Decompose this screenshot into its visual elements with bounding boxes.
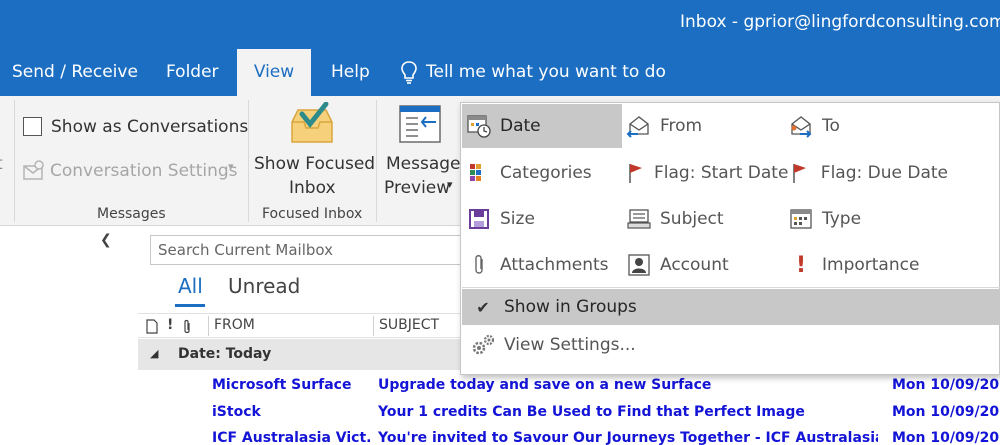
view-settings-item[interactable]: View Settings... bbox=[462, 327, 1000, 363]
message-from: Microsoft Surface bbox=[212, 377, 352, 393]
table-row[interactable]: iStock Your 1 credits Can Be Used to Fin… bbox=[138, 400, 1000, 426]
arrange-item-to[interactable]: To bbox=[788, 104, 948, 148]
message-date: Mon 10/09/20 bbox=[892, 404, 1000, 420]
arrange-item-account[interactable]: Account bbox=[626, 243, 786, 287]
column-subject[interactable]: SUBJECT bbox=[379, 317, 439, 333]
filter-unread[interactable]: Unread bbox=[228, 274, 300, 298]
tab-view[interactable]: View bbox=[237, 49, 311, 96]
arrange-item-label: Attachments bbox=[500, 255, 609, 275]
ribbon-tab-row: Send / Receive Folder View Help Tell me … bbox=[0, 48, 1000, 96]
exclamation-icon: ! bbox=[795, 252, 807, 278]
arrange-by-menu: Date From To Categories Flag: Start Date… bbox=[460, 102, 1000, 375]
arrange-item-categories[interactable]: Categories bbox=[466, 151, 622, 195]
flag-icon bbox=[793, 164, 807, 183]
arrange-item-size[interactable]: Size bbox=[466, 197, 622, 241]
message-preview-line1[interactable]: Message bbox=[386, 154, 461, 174]
arrange-item-label: Account bbox=[660, 255, 729, 275]
show-focused-inbox-line2[interactable]: Inbox bbox=[289, 178, 336, 198]
show-in-groups-label: Show in Groups bbox=[504, 297, 637, 317]
subject-icon bbox=[627, 209, 651, 229]
group-label-messages: Messages bbox=[97, 206, 166, 222]
cut-off-fragment: t bbox=[0, 154, 3, 174]
paperclip-icon[interactable] bbox=[182, 319, 192, 335]
focused-inbox-icon[interactable] bbox=[288, 102, 336, 146]
message-preview-line2[interactable]: Preview bbox=[384, 178, 450, 198]
envelope-to-icon bbox=[791, 116, 812, 138]
arrange-item-label: Categories bbox=[500, 163, 592, 183]
show-focused-inbox-line1[interactable]: Show Focused bbox=[254, 154, 375, 174]
arrange-item-from[interactable]: From bbox=[626, 104, 786, 148]
arrange-item-label: Date bbox=[500, 116, 541, 136]
envelope-from-icon bbox=[626, 116, 649, 138]
document-icon[interactable] bbox=[146, 319, 158, 334]
title-bar: Inbox - gprior@lingfordconsulting.com.au bbox=[0, 0, 1000, 48]
view-settings-label: View Settings... bbox=[504, 335, 636, 355]
arrange-item-label: From bbox=[660, 116, 703, 136]
chevron-down-icon: ▾ bbox=[447, 178, 453, 191]
tab-help[interactable]: Help bbox=[331, 48, 370, 96]
tab-send-receive[interactable]: Send / Receive bbox=[12, 48, 138, 96]
column-from[interactable]: FROM bbox=[214, 317, 255, 333]
window-title: Inbox - gprior@lingfordconsulting.com.au bbox=[680, 12, 1000, 32]
flag-icon bbox=[629, 164, 642, 183]
conversation-settings-button[interactable]: Conversation Settings bbox=[50, 161, 238, 181]
arrange-item-attachments[interactable]: Attachments bbox=[466, 243, 622, 287]
arrange-item-label: Flag: Due Date bbox=[820, 163, 948, 183]
message-date: Mon 10/09/20 bbox=[892, 377, 1000, 393]
chevron-down-icon: ▾ bbox=[228, 160, 234, 173]
message-subject: Upgrade today and save on a new Surface bbox=[378, 377, 712, 393]
message-from: iStock bbox=[212, 404, 261, 420]
collapse-arrow-icon[interactable]: ❮ bbox=[100, 232, 112, 248]
size-icon bbox=[469, 209, 489, 229]
check-icon: ✔ bbox=[476, 297, 490, 317]
arrange-item-importance[interactable]: ! Importance bbox=[788, 243, 948, 287]
table-row[interactable]: Microsoft Surface Upgrade today and save… bbox=[138, 373, 1000, 399]
conversation-settings-icon bbox=[23, 160, 44, 180]
tab-folder[interactable]: Folder bbox=[166, 48, 219, 96]
arrange-item-label: To bbox=[822, 116, 840, 136]
message-subject: You're invited to Savour Our Journeys To… bbox=[378, 430, 878, 445]
table-row[interactable]: ICF Australasia Vict... You're invited t… bbox=[138, 426, 1000, 445]
active-filter-underline bbox=[175, 304, 205, 307]
arrange-item-date[interactable]: Date bbox=[462, 104, 622, 148]
arrange-item-label: Size bbox=[500, 209, 535, 229]
arrange-item-label: Type bbox=[822, 209, 862, 229]
message-from: ICF Australasia Vict... bbox=[212, 430, 372, 445]
folder-pane-collapsed bbox=[0, 227, 138, 445]
arrange-item-subject[interactable]: Subject bbox=[626, 197, 786, 241]
tell-me-label: Tell me what you want to do bbox=[426, 62, 666, 82]
group-label-focused-inbox: Focused Inbox bbox=[262, 206, 363, 222]
type-icon bbox=[790, 209, 812, 229]
arrange-item-type[interactable]: Type bbox=[788, 197, 948, 241]
arrange-item-flag-due-date[interactable]: Flag: Due Date bbox=[788, 151, 948, 195]
show-in-groups-item[interactable]: ✔ Show in Groups bbox=[462, 289, 1000, 325]
importance-column-icon[interactable]: ! bbox=[167, 317, 173, 333]
message-subject: Your 1 credits Can Be Used to Find that … bbox=[378, 404, 805, 420]
arrange-item-flag-start-date[interactable]: Flag: Start Date bbox=[626, 151, 789, 195]
show-as-conversations-label[interactable]: Show as Conversations bbox=[51, 117, 248, 137]
tell-me-box[interactable]: Tell me what you want to do bbox=[400, 48, 666, 96]
search-input[interactable]: Search Current Mailbox bbox=[150, 235, 470, 265]
message-date: Mon 10/09/20 bbox=[892, 430, 1000, 445]
account-icon bbox=[628, 254, 650, 276]
lightbulb-icon bbox=[401, 61, 417, 84]
paperclip-icon bbox=[475, 255, 483, 274]
message-preview-icon[interactable] bbox=[398, 104, 442, 144]
filter-all[interactable]: All bbox=[178, 274, 203, 298]
calendar-clock-icon bbox=[467, 115, 491, 138]
arrange-item-label: Importance bbox=[822, 255, 920, 275]
gear-icon bbox=[472, 334, 495, 355]
show-as-conversations-checkbox[interactable] bbox=[23, 117, 42, 136]
arrange-item-label: Flag: Start Date bbox=[654, 163, 789, 183]
group-header-label: Date: Today bbox=[178, 346, 272, 362]
collapse-group-icon[interactable]: ◢ bbox=[150, 347, 158, 360]
categories-icon bbox=[470, 164, 481, 181]
arrange-item-label: Subject bbox=[660, 209, 724, 229]
